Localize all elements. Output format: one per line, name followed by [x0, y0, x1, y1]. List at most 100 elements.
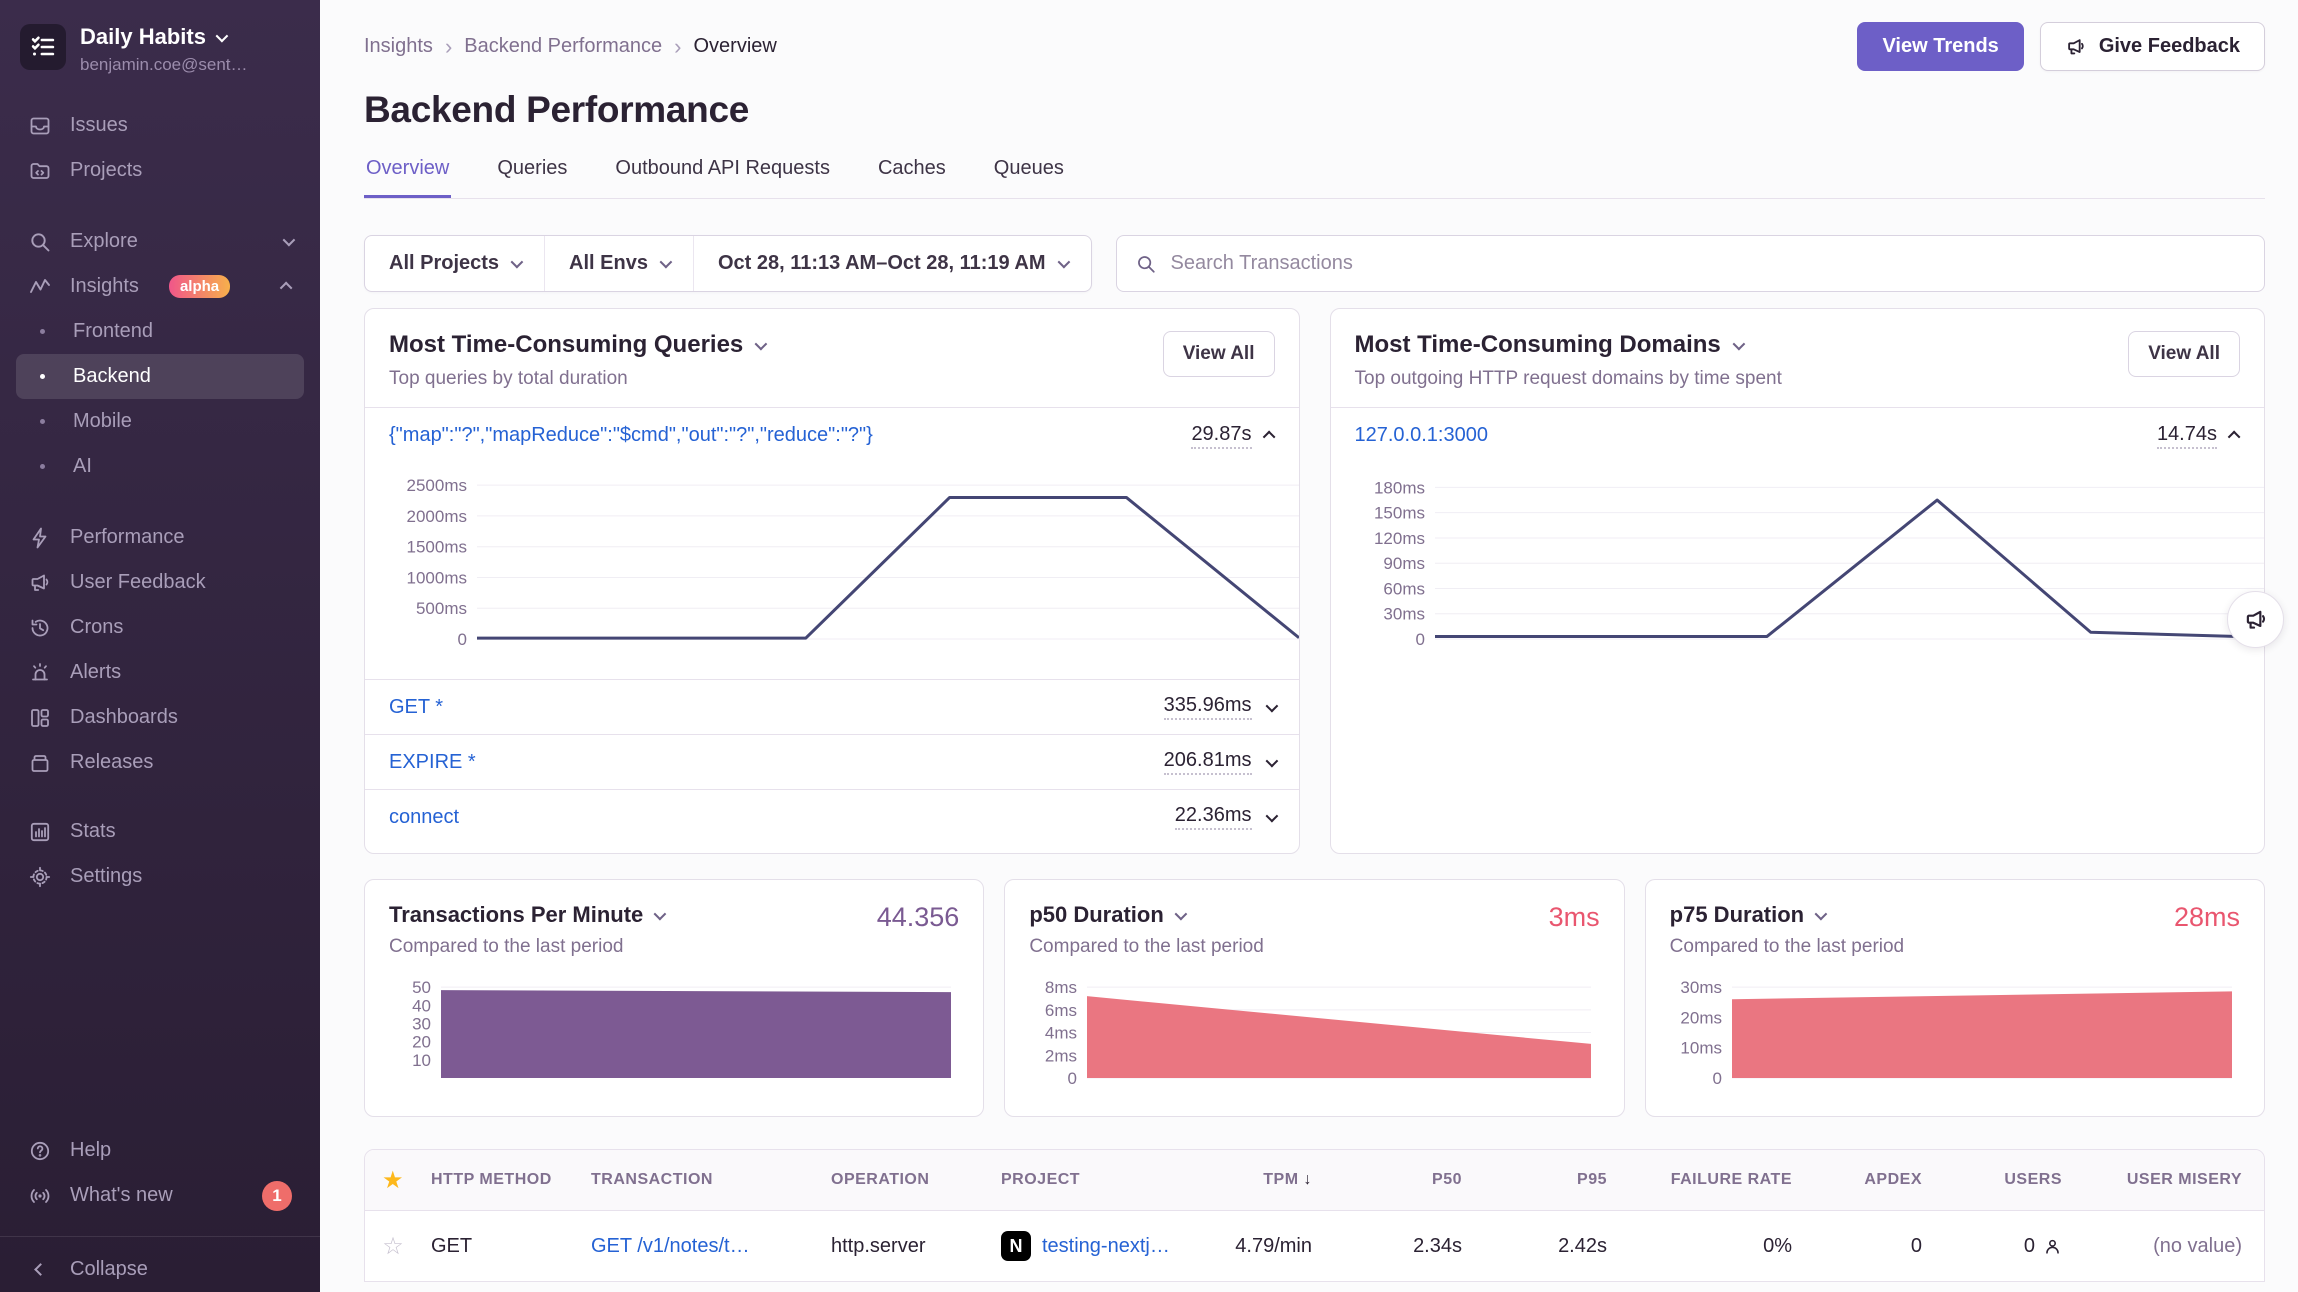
tab-outbound-api-requests[interactable]: Outbound API Requests [613, 157, 832, 198]
sidebar-item-settings[interactable]: Settings [16, 854, 304, 899]
query-link[interactable]: connect [389, 806, 459, 829]
sidebar-item-ai[interactable]: AI [16, 444, 304, 489]
domain-time-spent[interactable]: 14.74s [2157, 423, 2217, 449]
sidebar-item-alerts[interactable]: Alerts [16, 650, 304, 695]
tab-queues[interactable]: Queues [992, 157, 1066, 198]
date-range-dropdown[interactable]: Oct 28, 11:13 AM–Oct 28, 11:19 AM [693, 236, 1091, 291]
project-link[interactable]: testing-nextj… [1042, 1235, 1170, 1258]
breadcrumb-backend-performance[interactable]: Backend Performance [464, 35, 662, 58]
chevron-down-icon [654, 907, 667, 920]
sidebar-item-performance[interactable]: Performance [16, 515, 304, 560]
sidebar-item-explore[interactable]: Explore [16, 219, 304, 264]
sidebar-item-whats-new[interactable]: What's new 1 [16, 1173, 304, 1218]
panel-title[interactable]: Most Time-Consuming Domains [1355, 331, 1721, 359]
sidebar-item-projects[interactable]: Projects [16, 148, 304, 193]
view-trends-button[interactable]: View Trends [1857, 22, 2023, 71]
sort-desc-icon: ↓ [1304, 1171, 1313, 1188]
col-p50[interactable]: P50 [1334, 1171, 1484, 1189]
sidebar-item-frontend[interactable]: Frontend [16, 309, 304, 354]
tab-queries[interactable]: Queries [495, 157, 569, 198]
view-all-button[interactable]: View All [2128, 331, 2240, 377]
bullet-icon [40, 374, 45, 379]
sidebar-item-issues[interactable]: Issues [16, 103, 304, 148]
search-icon [1135, 253, 1157, 275]
siren-icon [28, 661, 52, 685]
col-users[interactable]: USERS [1944, 1171, 2084, 1189]
tpm-chart: 5040302010 [389, 970, 959, 1088]
starred-column-icon[interactable]: ★ [382, 1167, 404, 1194]
query-total-duration[interactable]: 335.96ms [1164, 694, 1252, 720]
query-link[interactable]: EXPIRE * [389, 751, 476, 774]
table-header-row: ★ HTTP METHOD TRANSACTION OPERATION PROJ… [365, 1150, 2264, 1211]
svg-text:60ms: 60ms [1383, 579, 1425, 598]
query-link[interactable]: GET * [389, 696, 443, 719]
domain-link[interactable]: 127.0.0.1:3000 [1355, 424, 1488, 447]
col-project[interactable]: PROJECT [991, 1171, 1191, 1189]
sidebar-item-help[interactable]: Help [16, 1128, 304, 1173]
col-transaction[interactable]: TRANSACTION [581, 1171, 821, 1189]
col-user-misery[interactable]: USER MISERY [2084, 1171, 2264, 1189]
chevron-down-icon[interactable] [1265, 699, 1278, 712]
col-apdex[interactable]: APDEX [1814, 1171, 1944, 1189]
breadcrumb-insights[interactable]: Insights [364, 35, 433, 58]
org-switcher[interactable]: Daily Habits benjamin.coe@sent… [16, 24, 304, 75]
sidebar-item-label: Performance [70, 526, 185, 549]
chevron-down-icon[interactable] [1265, 754, 1278, 767]
megaphone-icon [28, 571, 52, 595]
view-all-button[interactable]: View All [1163, 331, 1275, 377]
broadcast-icon [28, 1184, 52, 1208]
chevron-up-icon[interactable] [1262, 431, 1275, 444]
p75-duration-card: p75 Duration Compared to the last period… [1645, 879, 2265, 1117]
sidebar-item-stats[interactable]: Stats [16, 809, 304, 854]
transaction-link[interactable]: GET /v1/notes/t… [591, 1235, 750, 1257]
chevron-up-icon[interactable] [2228, 431, 2241, 444]
cell-operation: http.server [821, 1235, 991, 1258]
col-http-method[interactable]: HTTP METHOD [421, 1171, 581, 1189]
chevron-down-icon [511, 256, 524, 269]
tab-caches[interactable]: Caches [876, 157, 948, 198]
chevron-down-icon [283, 234, 296, 247]
sidebar-item-dashboards[interactable]: Dashboards [16, 695, 304, 740]
chevron-down-icon [1815, 907, 1828, 920]
dashboards-icon [28, 706, 52, 730]
col-tpm[interactable]: TPM ↓ [1191, 1171, 1334, 1189]
sidebar-item-backend[interactable]: Backend [16, 354, 304, 399]
sidebar-item-label: Issues [70, 114, 128, 137]
svg-text:2500ms: 2500ms [407, 476, 467, 495]
col-p95[interactable]: P95 [1484, 1171, 1629, 1189]
queries-duration-chart: 2500ms2000ms1500ms1000ms500ms0 [365, 463, 1299, 663]
floating-feedback-button[interactable] [2227, 591, 2284, 648]
svg-text:2000ms: 2000ms [407, 507, 467, 526]
sidebar-item-releases[interactable]: Releases [16, 740, 304, 785]
svg-text:20: 20 [412, 1033, 431, 1052]
sidebar-item-crons[interactable]: Crons [16, 605, 304, 650]
col-operation[interactable]: OPERATION [821, 1171, 991, 1189]
query-link[interactable]: {"map":"?","mapReduce":"$cmd","out":"?",… [389, 424, 873, 447]
transactions-per-minute-card: Transactions Per Minute Compared to the … [364, 879, 984, 1117]
query-total-duration[interactable]: 29.87s [1191, 423, 1251, 449]
app-root: Daily Habits benjamin.coe@sent… Issues P… [0, 0, 2298, 1292]
chevron-down-icon[interactable] [1265, 809, 1278, 822]
col-failure-rate[interactable]: FAILURE RATE [1629, 1171, 1814, 1189]
sidebar-item-mobile[interactable]: Mobile [16, 399, 304, 444]
sidebar-item-insights[interactable]: Insights alpha [16, 264, 304, 309]
query-total-duration[interactable]: 206.81ms [1164, 749, 1252, 775]
sidebar-item-user-feedback[interactable]: User Feedback [16, 560, 304, 605]
project-filter-dropdown[interactable]: All Projects [365, 236, 544, 291]
svg-text:8ms: 8ms [1045, 978, 1077, 997]
query-total-duration[interactable]: 22.36ms [1175, 804, 1252, 830]
bar-chart-icon [28, 820, 52, 844]
tab-overview[interactable]: Overview [364, 157, 451, 198]
search-input[interactable] [1171, 252, 2246, 275]
sidebar-collapse-button[interactable]: Collapse [16, 1247, 304, 1292]
breadcrumb-overview: Overview [693, 35, 776, 58]
org-logo-icon [20, 24, 66, 70]
give-feedback-button[interactable]: Give Feedback [2040, 22, 2265, 71]
environment-filter-dropdown[interactable]: All Envs [544, 236, 693, 291]
panel-title[interactable]: Most Time-Consuming Queries [389, 331, 743, 359]
user-icon [2043, 1237, 2062, 1256]
star-toggle-icon[interactable]: ☆ [382, 1233, 404, 1260]
cell-p50: 2.34s [1334, 1235, 1484, 1258]
sidebar-item-label: Releases [70, 751, 153, 774]
chevron-up-icon [280, 282, 293, 295]
